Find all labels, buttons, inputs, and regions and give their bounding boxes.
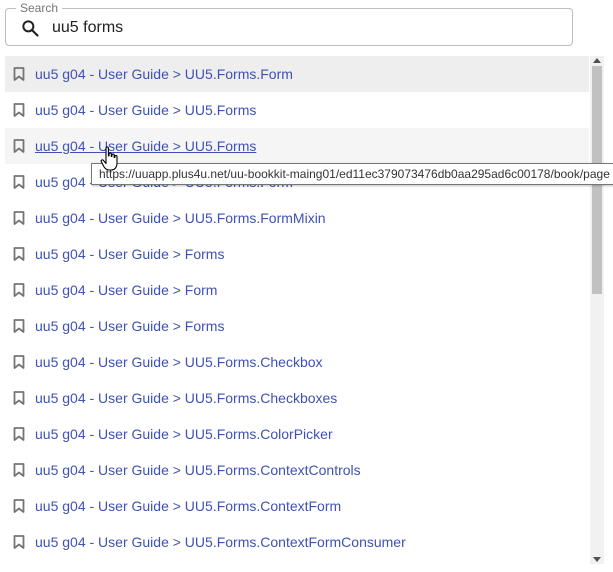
result-row[interactable]: uu5 g04 - User Guide > UU5.Forms.Context… [5, 488, 589, 524]
result-link[interactable]: uu5 g04 - User Guide > UU5.Forms [35, 137, 256, 155]
result-row[interactable]: uu5 g04 - User Guide > UU5.Forms [5, 92, 589, 128]
result-link[interactable]: uu5 g04 - User Guide > Forms [35, 245, 224, 263]
url-tooltip: https://uuapp.plus4u.net/uu-bookkit-main… [91, 163, 613, 185]
result-row[interactable]: uu5 g04 - User Guide > Forms [5, 236, 589, 272]
bookmark-icon [13, 103, 25, 117]
bookmark-icon [13, 211, 25, 225]
results-list: uu5 g04 - User Guide > UU5.Forms.Form uu5… [5, 56, 589, 564]
scrollbar[interactable] [590, 56, 604, 564]
result-link[interactable]: uu5 g04 - User Guide > Forms [35, 317, 224, 335]
search-field[interactable]: Search [5, 0, 573, 46]
search-label: Search [16, 0, 63, 16]
scroll-down-arrow[interactable] [593, 557, 601, 562]
scroll-up-arrow[interactable] [593, 58, 601, 63]
bookmark-icon [13, 463, 25, 477]
result-row[interactable]: uu5 g04 - User Guide > Form [5, 272, 589, 308]
bookmark-icon [13, 247, 25, 261]
bookmark-icon [13, 499, 25, 513]
result-link[interactable]: uu5 g04 - User Guide > UU5.Forms.Checkbo… [35, 353, 323, 371]
result-row[interactable]: uu5 g04 - User Guide > Forms [5, 308, 589, 344]
bookmark-icon [13, 355, 25, 369]
result-row[interactable]: uu5 g04 - User Guide > UU5.Forms.Form [5, 56, 589, 92]
search-icon [22, 20, 39, 37]
result-link[interactable]: uu5 g04 - User Guide > UU5.Forms.Checkbo… [35, 389, 337, 407]
result-row[interactable]: uu5 g04 - User Guide > UU5.Forms.ColorPi… [5, 416, 589, 452]
result-link[interactable]: uu5 g04 - User Guide > Form [35, 281, 217, 299]
result-row[interactable]: uu5 g04 - User Guide > UU5.Forms.Context… [5, 524, 589, 560]
bookmark-icon [13, 319, 25, 333]
result-link[interactable]: uu5 g04 - User Guide > UU5.Forms.FormMix… [35, 209, 326, 227]
bookmark-icon [13, 139, 25, 153]
bookmark-icon [13, 283, 25, 297]
result-row[interactable]: uu5 g04 - User Guide > UU5.Forms.Checkbo… [5, 344, 589, 380]
bookmark-icon [13, 427, 25, 441]
result-link[interactable]: uu5 g04 - User Guide > UU5.Forms.Context… [35, 461, 361, 479]
result-row[interactable]: uu5 g04 - User Guide > UU5.Forms.FormMix… [5, 200, 589, 236]
search-input[interactable] [52, 15, 552, 41]
result-link[interactable]: uu5 g04 - User Guide > UU5.Forms.Form [35, 65, 293, 83]
bookmark-icon [13, 175, 25, 189]
result-row[interactable]: uu5 g04 - User Guide > UU5.Forms.Checkbo… [5, 380, 589, 416]
result-row[interactable]: uu5 g04 - User Guide > UU5.Forms.Context… [5, 452, 589, 488]
result-row[interactable]: uu5 g04 - User Guide > UU5.Forms [5, 128, 589, 164]
bookmark-icon [13, 535, 25, 549]
bookmark-icon [13, 67, 25, 81]
hand-cursor-icon [100, 146, 118, 171]
result-link[interactable]: uu5 g04 - User Guide > UU5.Forms.Context… [35, 497, 341, 515]
result-link[interactable]: uu5 g04 - User Guide > UU5.Forms [35, 101, 256, 119]
bookmark-icon [13, 391, 25, 405]
result-link[interactable]: uu5 g04 - User Guide > UU5.Forms.ColorPi… [35, 425, 333, 443]
result-link[interactable]: uu5 g04 - User Guide > UU5.Forms.Context… [35, 533, 406, 551]
